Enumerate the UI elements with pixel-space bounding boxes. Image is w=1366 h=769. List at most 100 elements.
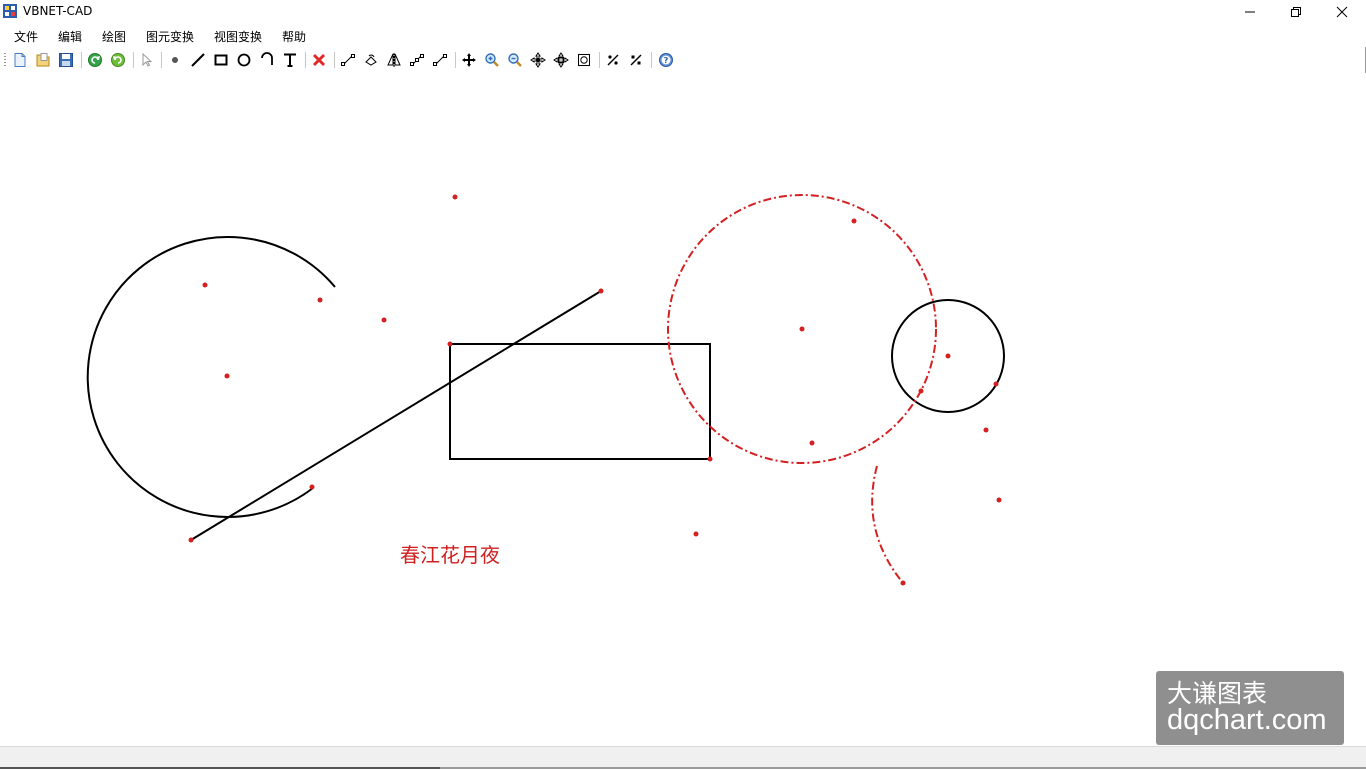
snap-on-icon (607, 54, 619, 66)
red-x-icon (312, 53, 326, 67)
app-icon (3, 4, 17, 18)
zoom-in-button[interactable] (483, 51, 501, 69)
grip-point[interactable] (707, 456, 713, 462)
grip-point[interactable] (900, 580, 906, 586)
grip-point[interactable] (996, 497, 1002, 503)
toolbar-separator (651, 52, 652, 68)
point-dot-icon (172, 57, 178, 63)
arc-icon (261, 52, 273, 65)
copy-segment-icon (433, 54, 447, 66)
delete-button[interactable] (310, 51, 328, 69)
toolbar-separator (305, 52, 306, 68)
copy-entity-button[interactable] (431, 51, 449, 69)
zoom-window-icon (530, 52, 546, 68)
menu-entity-transform[interactable]: 图元变换 (146, 28, 194, 45)
watermark-url: dqchart.com (1167, 704, 1327, 736)
draw-line-button[interactable] (189, 51, 207, 69)
grip-points (188, 194, 1002, 586)
menu-draw[interactable]: 绘图 (102, 28, 126, 45)
grip-point[interactable] (993, 381, 999, 387)
grip-point[interactable] (452, 194, 458, 200)
open-file-button[interactable] (34, 51, 52, 69)
close-icon (1336, 6, 1348, 17)
scale-entity-button[interactable] (408, 51, 426, 69)
move-entity-button[interactable] (339, 51, 357, 69)
close-button[interactable] (1319, 0, 1365, 23)
menu-bar: 文件 编辑 绘图 图元变换 视图变换 帮助 (0, 23, 1366, 47)
rotate-icon (365, 54, 377, 66)
zoom-out-button[interactable] (506, 51, 524, 69)
mirror-icon (387, 53, 401, 67)
help-button[interactable]: ? (657, 51, 675, 69)
zoom-realtime-icon (553, 52, 569, 68)
grip-point[interactable] (799, 326, 805, 332)
new-document-icon (14, 53, 26, 67)
snap-off-icon (630, 54, 642, 66)
draw-rectangle-button[interactable] (212, 51, 230, 69)
menu-file[interactable]: 文件 (14, 28, 38, 45)
text-entity[interactable]: 春江花月夜 (400, 539, 500, 568)
mirror-entity-button[interactable] (385, 51, 403, 69)
restore-icon (1291, 6, 1301, 17)
pan-view-button[interactable] (460, 51, 478, 69)
redo-button[interactable] (109, 51, 127, 69)
rotate-entity-button[interactable] (362, 51, 380, 69)
line-icon (191, 53, 205, 67)
snap-on-button[interactable] (604, 51, 622, 69)
window-title: VBNET-CAD (23, 4, 93, 18)
grip-point[interactable] (851, 218, 857, 224)
draw-text-button[interactable] (281, 51, 299, 69)
new-file-button[interactable] (11, 51, 29, 69)
grip-point[interactable] (381, 317, 387, 323)
grip-point[interactable] (224, 373, 230, 379)
toolbar-separator (334, 52, 335, 68)
circle-icon (237, 53, 251, 67)
grip-point[interactable] (809, 440, 815, 446)
zoom-extents-button[interactable] (575, 51, 593, 69)
draw-arc-button[interactable] (258, 51, 276, 69)
grip-point[interactable] (983, 427, 989, 433)
save-file-button[interactable] (57, 51, 75, 69)
help-question-icon: ? (659, 53, 673, 67)
toolbar-grip[interactable] (4, 53, 6, 67)
menu-help[interactable]: 帮助 (282, 28, 306, 45)
grip-point[interactable] (918, 388, 924, 394)
zoom-extents-icon (578, 54, 590, 66)
zoom-realtime-button[interactable] (552, 51, 570, 69)
drawing-surface[interactable] (0, 73, 1366, 746)
grip-point[interactable] (188, 537, 194, 543)
grip-point[interactable] (945, 353, 951, 359)
pan-cross-icon (462, 53, 476, 67)
line-entity[interactable] (190, 290, 602, 541)
selected-arc-entity[interactable] (871, 465, 904, 584)
toolbar-separator (599, 52, 600, 68)
toolbar-separator (81, 52, 82, 68)
minimize-button[interactable] (1227, 0, 1273, 23)
grip-point[interactable] (447, 341, 453, 347)
menu-view-transform[interactable]: 视图变换 (214, 28, 262, 45)
grip-point[interactable] (598, 288, 604, 294)
toolbar-separator (133, 52, 134, 68)
title-bar[interactable]: VBNET-CAD (0, 0, 1366, 23)
draw-circle-button[interactable] (235, 51, 253, 69)
grip-point[interactable] (202, 282, 208, 288)
grip-point[interactable] (309, 484, 315, 490)
grip-point[interactable] (693, 531, 699, 537)
zoom-out-icon (508, 53, 522, 67)
text-T-icon (284, 53, 296, 67)
restore-button[interactable] (1273, 0, 1319, 23)
grip-point[interactable] (317, 297, 323, 303)
move-segment-icon (341, 54, 355, 66)
svg-text:?: ? (664, 56, 669, 65)
drawing-canvas[interactable]: 春江花月夜 (0, 73, 1366, 746)
redo-arrow-icon (111, 53, 125, 67)
undo-button[interactable] (86, 51, 104, 69)
menu-edit[interactable]: 编辑 (58, 28, 82, 45)
zoom-window-button[interactable] (529, 51, 547, 69)
zoom-in-icon (485, 53, 499, 67)
scale-segment-icon (410, 54, 424, 66)
snap-off-button[interactable] (627, 51, 645, 69)
draw-point-button[interactable] (166, 51, 184, 69)
select-button[interactable] (138, 51, 156, 69)
minimize-icon (1245, 11, 1255, 12)
